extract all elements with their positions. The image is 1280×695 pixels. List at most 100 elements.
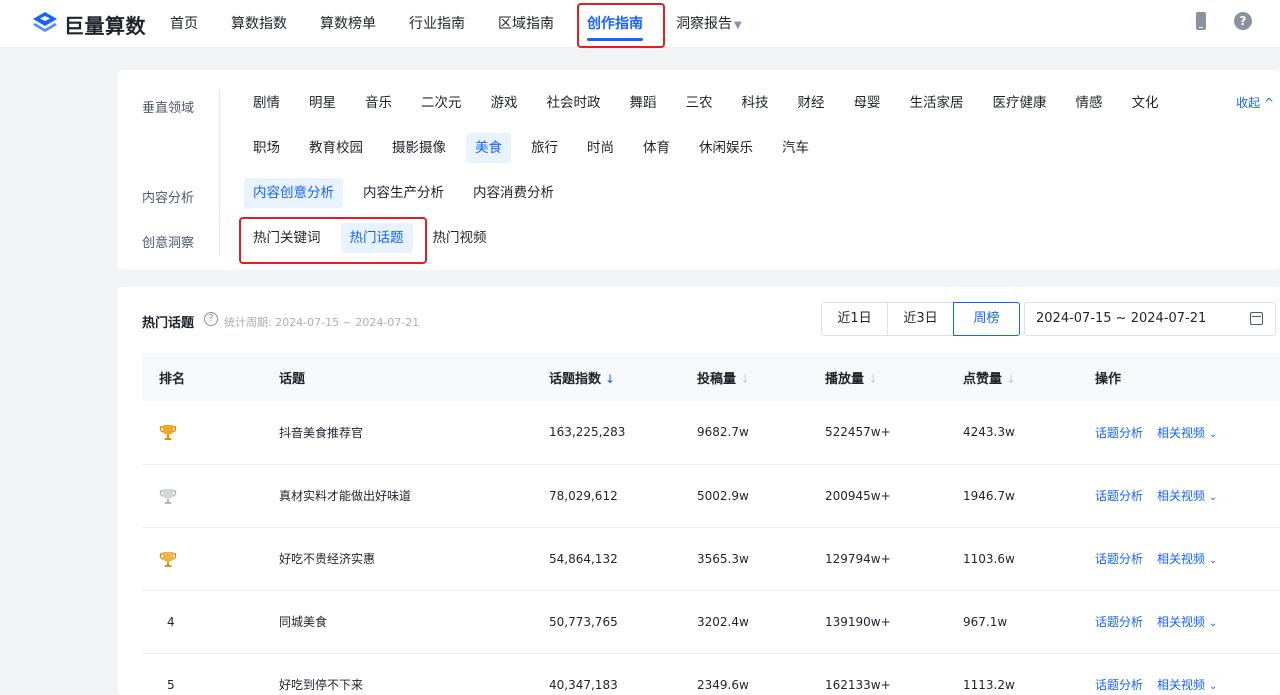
- nav-rankings[interactable]: 算数榜单: [320, 0, 376, 48]
- vertical-tag-0[interactable]: 剧情: [244, 88, 289, 118]
- vertical-tag-4[interactable]: 游戏: [482, 88, 527, 118]
- related-videos-link[interactable]: 相关视频 ⌄: [1157, 678, 1217, 692]
- nav-creation-guide[interactable]: 创作指南: [587, 0, 643, 48]
- topic-cell: 好吃不贵经济实惠: [279, 552, 376, 566]
- insight-label: 创意洞察: [142, 236, 195, 251]
- sort-down-icon[interactable]: ↓: [605, 372, 615, 386]
- related-videos-link[interactable]: 相关视频 ⌄: [1157, 489, 1217, 503]
- vertical-tag-9[interactable]: 财经: [789, 88, 834, 118]
- phone-icon[interactable]: [1196, 12, 1206, 30]
- help-icon[interactable]: ?: [1234, 12, 1252, 30]
- range-week-button[interactable]: 周榜: [953, 302, 1020, 336]
- filter-panel: 垂直领域 剧情 明星 音乐 二次元 游戏 社会时政 舞蹈 三农 科技 财经 母婴 生活家居 医疗健康 情感…: [118, 70, 1280, 270]
- nav-industry-guide[interactable]: 行业指南: [409, 0, 465, 48]
- topic-cell: 同城美食: [279, 615, 328, 629]
- nav-index-label: 算数指数: [231, 16, 287, 32]
- vertical-tag-r2-8[interactable]: 汽车: [773, 133, 818, 163]
- vertical-tag-r2-3[interactable]: 美食: [466, 133, 511, 163]
- index-cell: 50,773,765: [549, 614, 618, 629]
- date-range-picker[interactable]: 2024-07-15 ~ 2024-07-21: [1024, 302, 1276, 336]
- vertical-tag-5[interactable]: 社会时政: [538, 88, 610, 118]
- vertical-tag-r2-5[interactable]: 时尚: [578, 133, 623, 163]
- index-cell: 40,347,183: [549, 677, 618, 692]
- vertical-tag-1[interactable]: 明星: [300, 88, 345, 118]
- ops-cell: 话题分析 相关视频 ⌄: [1095, 527, 1280, 590]
- topic-analysis-link[interactable]: 话题分析: [1095, 552, 1143, 566]
- main-nav: 首页 算数指数 算数榜单 行业指南 区域指南 创作指南 洞察报告 ▼: [170, 0, 775, 48]
- range-3day-button[interactable]: 近3日: [887, 302, 954, 336]
- vertical-tag-12[interactable]: 医疗健康: [984, 88, 1056, 118]
- range-1day-button[interactable]: 近1日: [821, 302, 888, 336]
- posts-cell: 3565.3w: [697, 551, 749, 566]
- sort-down-icon[interactable]: ↓: [868, 372, 878, 386]
- rank-cell: 4: [142, 590, 279, 653]
- vertical-tag-8[interactable]: 科技: [733, 88, 778, 118]
- vertical-tags-row1: 剧情 明星 音乐 二次元 游戏 社会时政 舞蹈 三农 科技 财经 母婴 生活家居 医疗健康 情感 文化: [244, 88, 1179, 118]
- col-likes[interactable]: 点赞量 ↓: [963, 353, 1095, 401]
- ops-cell: 话题分析 相关视频 ⌄: [1095, 590, 1280, 653]
- related-videos-link[interactable]: 相关视频 ⌄: [1157, 615, 1217, 629]
- col-topic: 话题: [279, 353, 549, 401]
- period-text: 统计周期: 2024-07-15 ~ 2024-07-21: [224, 316, 420, 329]
- vertical-tag-10[interactable]: 母婴: [845, 88, 890, 118]
- table-row: 4 同城美食 50,773,765 3202.4w 139190w+ 967.1w 话题分析…: [142, 590, 1280, 653]
- vertical-tag-r2-2[interactable]: 摄影摄像: [383, 133, 455, 163]
- col-plays[interactable]: 播放量 ↓: [825, 353, 963, 401]
- insight-tab-1[interactable]: 热门话题: [340, 223, 413, 253]
- topic-analysis-link[interactable]: 话题分析: [1095, 426, 1143, 440]
- col-index[interactable]: 话题指数 ↓: [549, 353, 697, 401]
- vertical-tag-3[interactable]: 二次元: [412, 88, 471, 118]
- brand-logo[interactable]: 巨量算数: [30, 8, 146, 40]
- likes-cell: 1946.7w: [963, 488, 1015, 503]
- related-videos-link[interactable]: 相关视频 ⌄: [1157, 552, 1217, 566]
- insight-tab-2[interactable]: 热门视频: [424, 223, 496, 253]
- plays-cell: 139190w+: [825, 614, 891, 629]
- content-tab-2[interactable]: 内容消费分析: [464, 178, 563, 208]
- content-tab-1[interactable]: 内容生产分析: [354, 178, 453, 208]
- ops-cell: 话题分析 相关视频 ⌄: [1095, 464, 1280, 527]
- nav-insight-report[interactable]: 洞察报告 ▼: [676, 0, 742, 48]
- vertical-tag-r2-7[interactable]: 休闲娱乐: [690, 133, 762, 163]
- chevron-down-icon: ⌄: [1208, 555, 1218, 566]
- collapse-link[interactable]: 收起 ^: [1236, 94, 1274, 111]
- vertical-tag-r2-1[interactable]: 教育校园: [300, 133, 372, 163]
- nav-index[interactable]: 算数指数: [231, 0, 287, 48]
- vertical-tag-14[interactable]: 文化: [1123, 88, 1168, 118]
- chevron-down-icon: ⌄: [1208, 681, 1218, 692]
- ops-cell: 话题分析 相关视频 ⌄: [1095, 653, 1280, 695]
- nav-home[interactable]: 首页: [170, 0, 198, 48]
- sort-down-icon[interactable]: ↓: [1006, 372, 1016, 386]
- rank-cell: 5: [142, 653, 279, 695]
- related-videos-link[interactable]: 相关视频 ⌄: [1157, 426, 1217, 440]
- vertical-tag-r2-6[interactable]: 体育: [634, 133, 679, 163]
- range-toggle: 近1日 近3日 周榜: [821, 302, 1020, 336]
- chevron-down-icon: ⌄: [1208, 618, 1218, 629]
- table-header-row: 排名 话题 话题指数 ↓ 投稿量 ↓ 播放量 ↓ 点赞量 ↓ 操作: [142, 353, 1280, 401]
- insight-tab-0[interactable]: 热门关键词: [244, 223, 330, 253]
- topic-analysis-link[interactable]: 话题分析: [1095, 489, 1143, 503]
- col-posts-label: 投稿量: [697, 371, 737, 387]
- vertical-tag-11[interactable]: 生活家居: [901, 88, 973, 118]
- topic-analysis-link[interactable]: 话题分析: [1095, 678, 1143, 692]
- content-tab-0[interactable]: 内容创意分析: [244, 178, 343, 208]
- nav-industry-label: 行业指南: [409, 16, 465, 32]
- sort-down-icon[interactable]: ↓: [740, 372, 750, 386]
- caret-down-icon: ▼: [734, 20, 742, 31]
- brand-name: 巨量算数: [64, 13, 146, 38]
- vertical-tag-13[interactable]: 情感: [1067, 88, 1112, 118]
- related-videos-label: 相关视频: [1157, 425, 1206, 440]
- content-analysis-label: 内容分析: [142, 191, 195, 206]
- topic-analysis-link[interactable]: 话题分析: [1095, 615, 1143, 629]
- question-icon[interactable]: ?: [204, 312, 218, 326]
- vertical-tag-r2-0[interactable]: 职场: [244, 133, 289, 163]
- likes-cell: 967.1w: [963, 614, 1008, 629]
- nav-region-guide[interactable]: 区域指南: [498, 0, 554, 48]
- vertical-tag-r2-4[interactable]: 旅行: [522, 133, 567, 163]
- vertical-tag-6[interactable]: 舞蹈: [621, 88, 666, 118]
- filter-divider: [219, 90, 220, 256]
- vertical-tag-2[interactable]: 音乐: [356, 88, 401, 118]
- vertical-tag-7[interactable]: 三农: [677, 88, 722, 118]
- chevron-down-icon: ⌄: [1208, 492, 1218, 503]
- col-posts[interactable]: 投稿量 ↓: [697, 353, 825, 401]
- rank-cell: [142, 401, 279, 464]
